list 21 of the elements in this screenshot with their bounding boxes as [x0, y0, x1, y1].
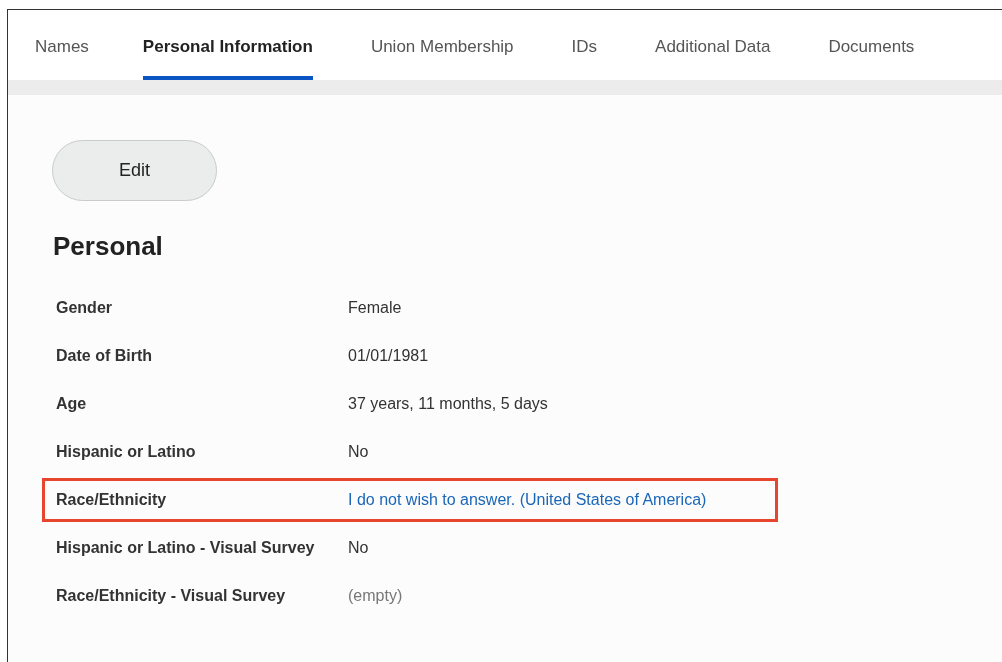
field-label: Date of Birth [56, 347, 153, 365]
field-label: Age [56, 395, 88, 413]
field-label: Hispanic or Latino - Visual Survey [56, 539, 316, 557]
section-title: Personal [53, 231, 164, 262]
field-label: Hispanic or Latino [56, 443, 197, 461]
tab[interactable]: Documents [828, 10, 915, 80]
field-value: Female [348, 299, 402, 317]
tab[interactable]: Names [35, 10, 89, 80]
tab[interactable]: Union Membership [370, 10, 514, 80]
field-label: Gender [56, 299, 113, 317]
field-value: No [348, 539, 369, 557]
field-label: Race/Ethnicity - Visual Survey [56, 587, 287, 605]
field-value: 37 years, 11 months, 5 days [348, 395, 548, 413]
edit-button[interactable]: Edit [52, 140, 217, 201]
field-value: 01/01/1981 [348, 347, 429, 365]
field-value: No [348, 443, 369, 461]
field-label: Race/Ethnicity [56, 491, 168, 509]
tab[interactable]: Personal Information [142, 10, 313, 80]
tab[interactable]: Additional Data [655, 10, 771, 80]
tab[interactable]: IDs [571, 10, 598, 80]
field-value-link[interactable]: I do not wish to answer. (United States of America) [348, 491, 707, 509]
